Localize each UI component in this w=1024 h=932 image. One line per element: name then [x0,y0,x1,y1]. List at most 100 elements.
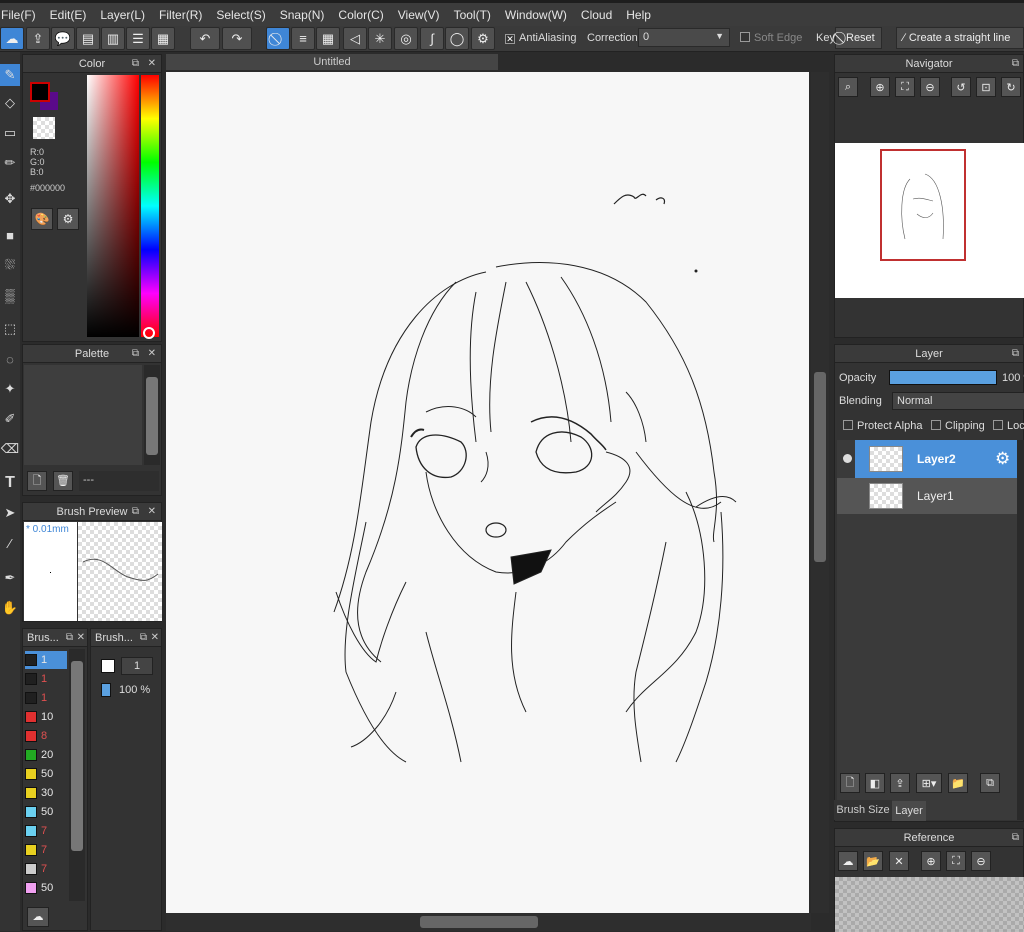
undock-icon[interactable]: ⧉ [1012,345,1019,363]
brush-list-item[interactable]: 50 [25,765,67,783]
snap-settings-icon[interactable]: ⚙ [471,27,495,50]
brush-list-item[interactable]: 1 [25,651,67,669]
transparent-color-swatch[interactable] [33,117,55,139]
export-icon[interactable]: ⇪ [26,27,50,50]
hue-handle[interactable] [143,327,155,339]
snap-ellipse-icon[interactable]: ◯ [445,27,469,50]
brush-size-field[interactable]: 1 [121,657,153,675]
add-layer-menu-icon[interactable]: ⊞▾ [916,773,942,793]
palette-name-field[interactable]: --- [79,471,159,491]
undock-icon[interactable]: ⧉ [132,503,139,521]
new-layer-icon[interactable]: 🗋 [840,773,860,793]
eraser-tool-icon[interactable]: ◇ [0,92,20,114]
drawing-canvas[interactable] [166,72,809,913]
canvas-horizontal-scrollbar-thumb[interactable] [420,916,538,928]
import-layer-icon[interactable]: ⇪ [890,773,910,793]
brush-opacity-value[interactable]: 100 % [119,684,150,696]
zoom-fit-icon[interactable]: ⌕ [838,77,858,97]
blending-select[interactable]: Normal [892,392,1024,410]
undo-icon[interactable]: ↶ [190,27,220,50]
operation-tool-icon[interactable]: ➤ [0,502,20,524]
palette-swatch-area[interactable] [24,365,142,465]
reference-zoom-in-icon[interactable]: ⊕ [921,851,941,871]
undock-icon[interactable]: ⧉ [66,629,73,647]
undock-icon[interactable]: ⧉ [132,55,139,73]
menu-layer[interactable]: Layer(L) [93,8,152,22]
snap-parallel-icon[interactable]: ≡ [291,27,315,50]
rotate-left-icon[interactable]: ↺ [951,77,971,97]
fit-screen-icon[interactable]: ⛶ [895,77,915,97]
straight-line-button[interactable]: ∕ Create a straight line [896,27,1024,49]
undock-icon[interactable]: ⧉ [1012,829,1019,847]
antialiasing-checkbox[interactable]: ✕ AntiAliasing [505,32,576,44]
menu-help[interactable]: Help [619,8,658,22]
menu-file[interactable]: File(F) [0,8,43,22]
undock-icon[interactable]: ⧉ [140,629,147,647]
snap-curve-icon[interactable]: ∫ [420,27,444,50]
palette-scrollbar[interactable] [144,365,160,465]
menu-window[interactable]: Window(W) [498,8,574,22]
snap-off-icon[interactable]: ⃠ [266,27,290,50]
soft-edge-checkbox[interactable]: Soft Edge [740,32,802,44]
clipping-checkbox[interactable]: Clipping [931,420,985,432]
tab-layer[interactable]: Layer [892,801,926,821]
reference-zoom-out-icon[interactable]: ⊖ [971,851,991,871]
eyedropper-tool-icon[interactable]: ✒ [0,567,20,589]
zoom-out-icon[interactable]: ⊖ [920,77,940,97]
menu-cloud[interactable]: Cloud [574,8,619,22]
hue-slider[interactable] [141,75,159,337]
snap-radial-icon[interactable]: ✳ [368,27,392,50]
zoom-in-icon[interactable]: ⊕ [870,77,890,97]
close-icon[interactable]: ✕ [148,345,156,363]
reference-fit-icon[interactable]: ⛶ [946,851,966,871]
brush-tool-icon[interactable]: ✎ [0,64,20,86]
delete-palette-icon[interactable]: 🗑 [53,471,73,491]
brush-list-scrollbar-thumb[interactable] [71,661,83,851]
tab-brush-size[interactable]: Brush Size [834,800,892,820]
brush-list-item[interactable]: 30 [25,784,67,802]
new-halftone-layer-icon[interactable]: ◧ [865,773,885,793]
reference-cloud-icon[interactable]: ☁ [838,851,858,871]
cloud-icon[interactable]: ☁ [0,27,24,50]
dot-brush-tool-icon[interactable]: ✏ [0,152,20,174]
select-eraser-tool-icon[interactable]: ⌫ [0,438,20,460]
select-tool-icon[interactable]: ⬚ [0,318,20,340]
reset-view-icon[interactable]: ⊡ [976,77,996,97]
undock-icon[interactable]: ⧉ [1012,55,1019,73]
brush-list-item[interactable]: 1 [25,689,67,707]
color-settings-icon[interactable]: ⚙ [57,208,79,230]
rotate-right-icon[interactable]: ↻ [1001,77,1021,97]
canvas-vertical-scrollbar-thumb[interactable] [814,372,826,562]
close-icon[interactable]: ✕ [148,55,156,73]
reference-canvas[interactable] [835,877,1024,932]
list-icon[interactable]: ☰ [126,27,150,50]
layer-row-layer1[interactable]: Layer1 [837,478,1017,514]
palette-scrollbar-thumb[interactable] [146,377,158,455]
navigator-preview[interactable] [835,143,1024,298]
comment-icon[interactable]: 💬 [51,27,75,50]
brush-list-item[interactable]: 7 [25,841,67,859]
brush-list-item[interactable]: 8 [25,727,67,745]
layer-row-layer2[interactable]: Layer2 ⚙ [837,440,1017,478]
saturation-brightness-picker[interactable] [87,75,139,337]
close-reference-icon[interactable]: ✕ [889,851,909,871]
reset-button[interactable]: ⃠Reset [835,27,882,49]
document-tab[interactable]: Untitled [166,54,498,70]
fill-rect-tool-icon[interactable]: ■ [0,224,20,246]
brush-list-item[interactable]: 1 [25,670,67,688]
correction-select[interactable]: 0 ▼ [638,28,730,47]
brush-cloud-icon[interactable]: ☁ [27,907,49,927]
snap-circle-icon[interactable]: ◎ [394,27,418,50]
brush-list-item[interactable]: 50 [25,803,67,821]
hand-tool-icon[interactable]: ✋ [0,597,20,619]
protect-alpha-checkbox[interactable]: Protect Alpha [843,420,922,432]
grid-icon[interactable]: ▦ [151,27,175,50]
new-palette-icon[interactable]: 🗋 [27,471,47,491]
magic-wand-tool-icon[interactable]: ✦ [0,378,20,400]
menu-tool[interactable]: Tool(T) [447,8,498,22]
gear-icon[interactable]: ⚙ [995,449,1010,469]
message-icon[interactable]: ▤ [76,27,100,50]
text-tool-icon[interactable]: T [0,472,20,494]
brush-list-item[interactable]: 50 [25,879,67,897]
canvas-horizontal-scrollbar[interactable] [166,913,811,931]
